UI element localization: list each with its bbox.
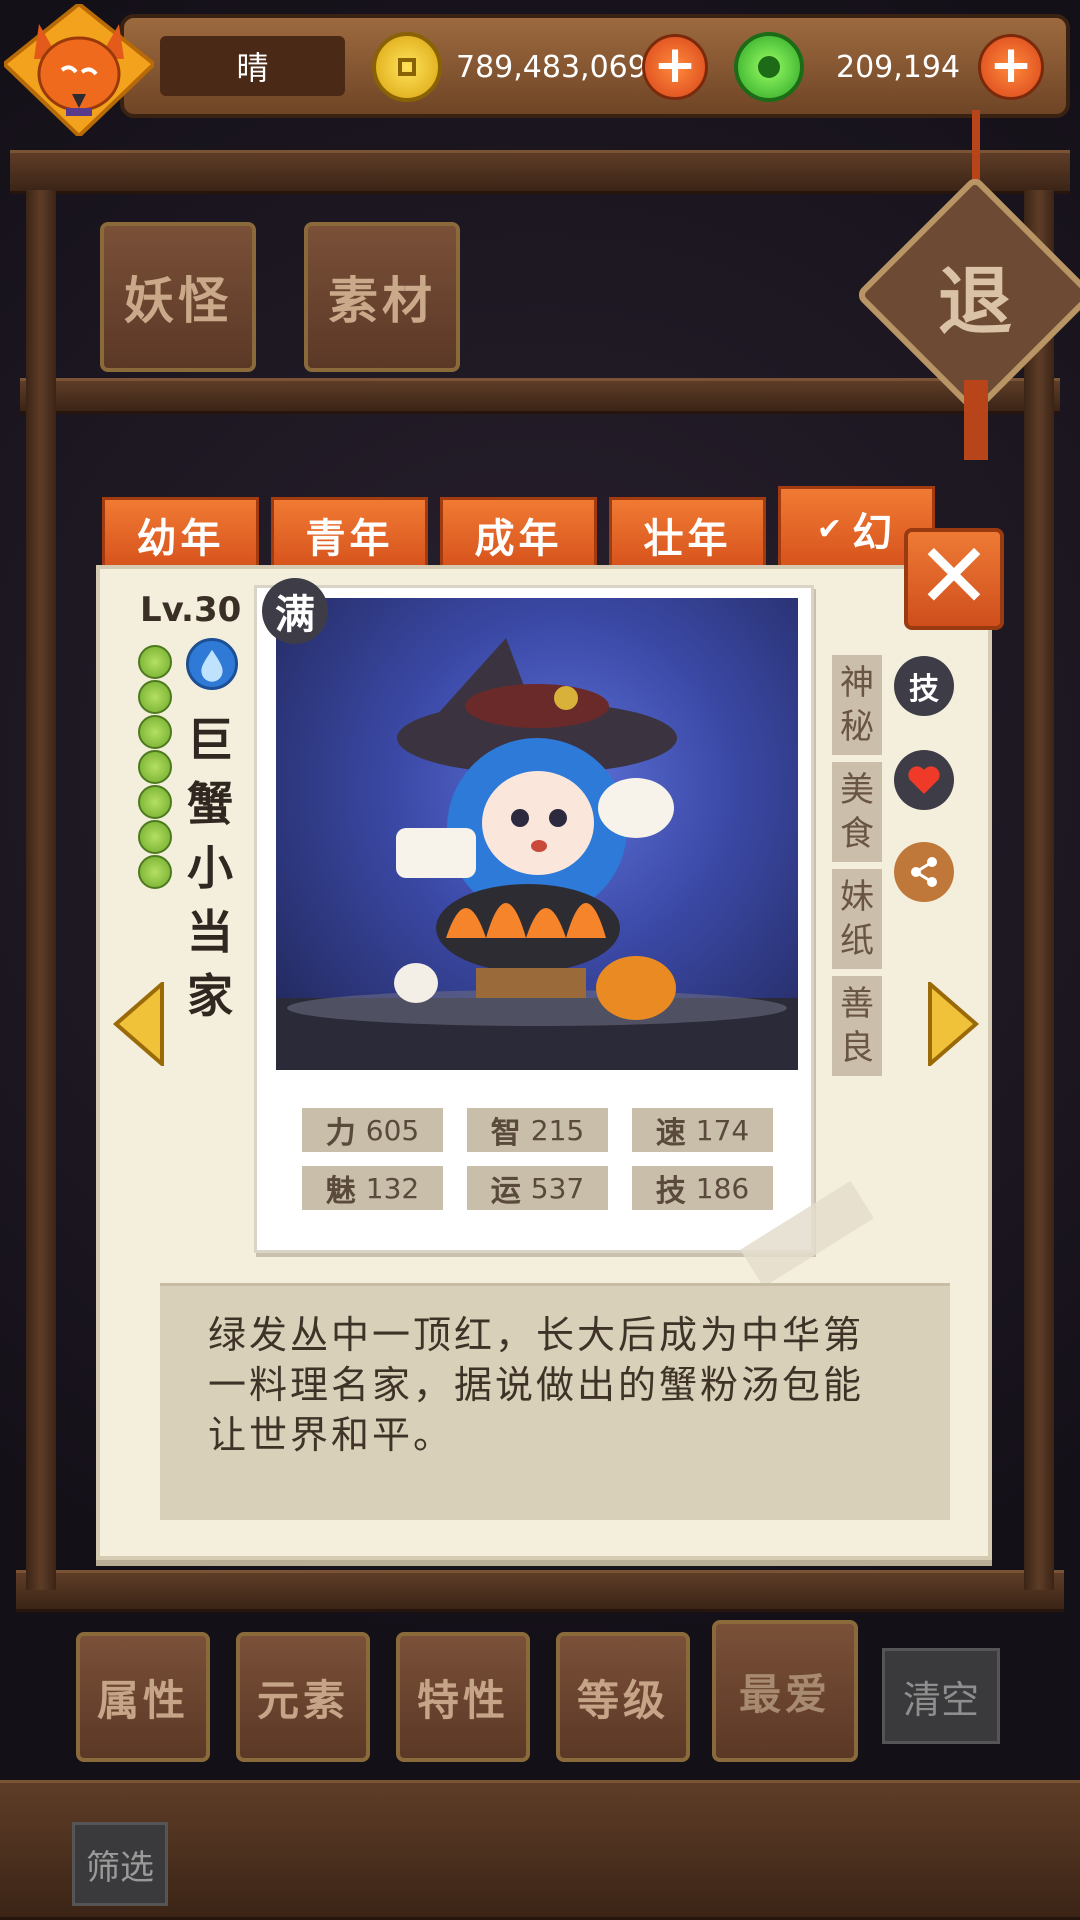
gold-amount: 789,483,069 xyxy=(456,50,647,85)
close-button[interactable]: ✕ xyxy=(904,528,1004,630)
stat-value: 215 xyxy=(530,1113,585,1147)
stat-luck: 运 537 xyxy=(467,1166,608,1210)
lower-beam xyxy=(16,1570,1064,1612)
tab-age-adult[interactable]: 成年 xyxy=(440,497,597,569)
stat-value: 537 xyxy=(530,1171,585,1205)
heart-icon xyxy=(908,766,940,794)
exit-tassel xyxy=(964,380,988,460)
trait-tag: 善良 xyxy=(832,976,882,1076)
stat-label: 智 xyxy=(490,1116,521,1151)
stat-value: 186 xyxy=(695,1171,750,1205)
trait-tag: 妹纸 xyxy=(832,869,882,969)
filter-trait[interactable]: 特性 xyxy=(396,1632,530,1762)
level-label: Lv.30 xyxy=(140,590,242,630)
stat-label: 技 xyxy=(655,1174,686,1209)
filter-button[interactable]: 筛选 xyxy=(72,1822,168,1906)
tab-age-prime[interactable]: 壮年 xyxy=(609,497,766,569)
growth-dot xyxy=(138,645,172,679)
water-drop-icon xyxy=(186,638,238,690)
stat-label: 魅 xyxy=(325,1174,356,1209)
tab-age-youth[interactable]: 幼年 xyxy=(102,497,259,569)
favorite-button[interactable] xyxy=(894,750,954,810)
stat-charm: 魅 132 xyxy=(302,1166,443,1210)
filter-level[interactable]: 等级 xyxy=(556,1632,690,1762)
skill-button[interactable]: 技 xyxy=(894,656,954,716)
right-post xyxy=(1024,190,1054,1590)
prev-arrow-icon[interactable] xyxy=(112,982,166,1066)
filter-favorite[interactable]: 最爱 xyxy=(712,1620,858,1762)
stat-label: 力 xyxy=(325,1116,356,1151)
stat-intelligence: 智 215 xyxy=(467,1108,608,1152)
tab-age-young[interactable]: 青年 xyxy=(271,497,428,569)
mid-beam xyxy=(20,378,1060,414)
stat-value: 605 xyxy=(365,1113,420,1147)
next-arrow-icon[interactable] xyxy=(926,982,980,1066)
tab-age-phantom-label: 幻 xyxy=(852,510,897,556)
monster-name: 巨蟹小当家 xyxy=(187,713,233,1023)
stat-value: 132 xyxy=(365,1171,420,1205)
clear-button[interactable]: 清空 xyxy=(882,1648,1000,1744)
add-jade-button[interactable]: + xyxy=(978,34,1044,100)
filter-element[interactable]: 元素 xyxy=(236,1632,370,1762)
growth-dot xyxy=(138,820,172,854)
monster-portrait xyxy=(276,598,798,1070)
top-beam xyxy=(10,150,1070,194)
trait-tag: 美食 xyxy=(832,762,882,862)
weather-label: 晴 xyxy=(160,36,345,96)
stat-value: 174 xyxy=(695,1113,750,1147)
growth-dot xyxy=(138,785,172,819)
full-badge: 满 xyxy=(262,578,328,644)
left-post xyxy=(26,190,56,1590)
gold-coin-icon xyxy=(372,32,442,102)
tab-yaoguai[interactable]: 妖怪 xyxy=(100,222,256,372)
add-gold-button[interactable]: + xyxy=(642,34,708,100)
growth-dot xyxy=(138,855,172,889)
exit-button[interactable]: 退 xyxy=(890,210,1060,380)
jade-amount: 209,194 xyxy=(836,50,961,85)
tab-sucai[interactable]: 素材 xyxy=(304,222,460,372)
stat-label: 运 xyxy=(490,1174,521,1209)
filter-attribute[interactable]: 属性 xyxy=(76,1632,210,1762)
trait-tag: 神秘 xyxy=(832,655,882,755)
check-icon: ✔ xyxy=(816,511,847,547)
growth-dot xyxy=(138,680,172,714)
fox-avatar-icon[interactable] xyxy=(4,4,154,136)
stat-label: 速 xyxy=(655,1116,686,1151)
stat-speed: 速 174 xyxy=(632,1108,773,1152)
growth-dot xyxy=(138,750,172,784)
growth-dot xyxy=(138,715,172,749)
stat-skill: 技 186 xyxy=(632,1166,773,1210)
stat-strength: 力 605 xyxy=(302,1108,443,1152)
share-icon xyxy=(911,857,937,887)
share-button[interactable] xyxy=(894,842,954,902)
monster-description: 绿发丛中一顶红，长大后成为中华第一料理名家，据说做出的蟹粉汤包能让世界和平。 xyxy=(208,1313,865,1457)
jade-ring-icon xyxy=(734,32,804,102)
